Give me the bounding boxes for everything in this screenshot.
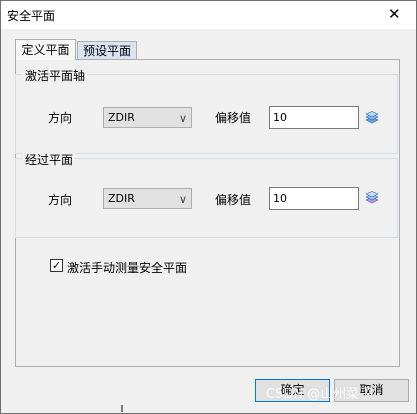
chevron-down-icon: ∨ bbox=[178, 193, 187, 206]
group-title-active-plane-axis: 激活平面轴 bbox=[23, 67, 88, 84]
direction-select-value: ZDIR bbox=[108, 111, 135, 124]
manual-measure-label: 激活手动测量安全平面 bbox=[67, 261, 188, 275]
direction-select-value: ZDIR bbox=[108, 192, 135, 205]
tab-preset-plane[interactable]: 预设平面 bbox=[77, 41, 137, 60]
direction-label: 方向 bbox=[48, 193, 73, 207]
window-title: 安全平面 bbox=[7, 9, 56, 23]
group-title-through-plane: 经过平面 bbox=[23, 151, 76, 168]
dialog-window: 安全平面 ✕ 定义平面 预设平面 激活平面轴 方向 ZDIR ∨ 偏移值 10 … bbox=[0, 0, 417, 414]
layers-icon[interactable] bbox=[365, 111, 379, 124]
resize-grip bbox=[121, 405, 123, 412]
offset-label: 偏移值 bbox=[215, 111, 252, 125]
offset-label: 偏移值 bbox=[215, 193, 252, 207]
offset-input[interactable]: 10 bbox=[269, 106, 359, 129]
direction-select[interactable]: ZDIR ∨ bbox=[103, 188, 192, 209]
title-bar: 安全平面 ✕ bbox=[1, 1, 416, 29]
offset-input[interactable]: 10 bbox=[269, 187, 359, 210]
layers-icon[interactable] bbox=[365, 191, 379, 204]
direction-select[interactable]: ZDIR ∨ bbox=[103, 107, 192, 128]
close-icon[interactable]: ✕ bbox=[388, 6, 401, 22]
manual-measure-checkbox[interactable]: ✓ bbox=[50, 259, 63, 272]
tab-define-plane[interactable]: 定义平面 bbox=[15, 39, 76, 60]
direction-label: 方向 bbox=[48, 111, 73, 125]
chevron-down-icon: ∨ bbox=[178, 112, 187, 125]
watermark: CSDN @山州菜子 bbox=[266, 387, 373, 402]
